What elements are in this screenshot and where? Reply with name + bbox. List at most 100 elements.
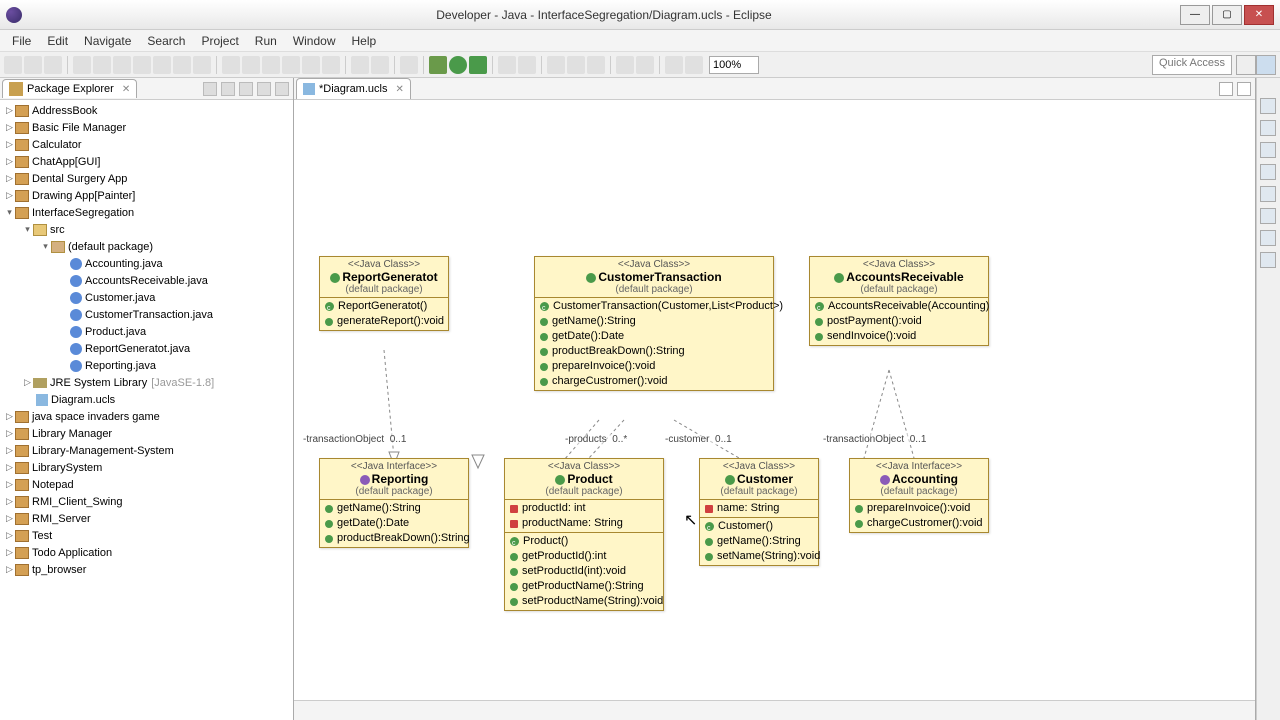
tree-item[interactable]: ▷ChatApp[GUI] bbox=[0, 153, 293, 170]
tree-item-expanded[interactable]: ▾InterfaceSegregation bbox=[0, 204, 293, 221]
uml-class-customertransaction[interactable]: <<Java Class>>CustomerTransaction(defaul… bbox=[534, 256, 774, 391]
coverage-button[interactable] bbox=[469, 56, 487, 74]
open-perspective-button[interactable] bbox=[1236, 55, 1256, 75]
tree-item[interactable]: Product.java bbox=[0, 323, 293, 340]
saveall-button[interactable] bbox=[44, 56, 62, 74]
tool-button[interactable] bbox=[587, 56, 605, 74]
tool-button[interactable] bbox=[193, 56, 211, 74]
tool-button[interactable] bbox=[498, 56, 516, 74]
uml-class-customer[interactable]: <<Java Class>>Customer(default package) … bbox=[699, 458, 819, 566]
view-button[interactable] bbox=[1260, 142, 1276, 158]
minimize-editor-button[interactable] bbox=[1219, 82, 1233, 96]
back-button[interactable] bbox=[665, 56, 683, 74]
tree-item[interactable]: Customer.java bbox=[0, 289, 293, 306]
tool-button[interactable] bbox=[371, 56, 389, 74]
uml-class-reportgeneratot[interactable]: <<Java Class>>ReportGeneratot(default pa… bbox=[319, 256, 449, 331]
tool-button[interactable] bbox=[351, 56, 369, 74]
menu-search[interactable]: Search bbox=[139, 32, 193, 50]
maximize-editor-button[interactable] bbox=[1237, 82, 1251, 96]
close-button[interactable]: ✕ bbox=[1244, 5, 1274, 25]
view-button[interactable] bbox=[1260, 164, 1276, 180]
menu-help[interactable]: Help bbox=[344, 32, 385, 50]
minimize-button[interactable]: — bbox=[1180, 5, 1210, 25]
maximize-button[interactable]: ▢ bbox=[1212, 5, 1242, 25]
tree-item[interactable]: ▷Dental Surgery App bbox=[0, 170, 293, 187]
forward-button[interactable] bbox=[685, 56, 703, 74]
project-tree[interactable]: ▷AddressBook ▷Basic File Manager ▷Calcul… bbox=[0, 100, 293, 720]
tree-item[interactable]: ▷Basic File Manager bbox=[0, 119, 293, 136]
menu-navigate[interactable]: Navigate bbox=[76, 32, 139, 50]
tree-item[interactable]: ▷tp_browser bbox=[0, 561, 293, 578]
tool-button[interactable] bbox=[262, 56, 280, 74]
editor-tab-diagram[interactable]: *Diagram.ucls ✕ bbox=[296, 78, 411, 99]
tree-item[interactable]: ▷Library-Management-System bbox=[0, 442, 293, 459]
tree-item[interactable]: ▷LibrarySystem bbox=[0, 459, 293, 476]
tool-button[interactable] bbox=[173, 56, 191, 74]
tool-button[interactable] bbox=[113, 56, 131, 74]
uml-interface-reporting[interactable]: <<Java Interface>>Reporting(default pack… bbox=[319, 458, 469, 548]
tool-button[interactable] bbox=[73, 56, 91, 74]
tool-button[interactable] bbox=[93, 56, 111, 74]
menu-window[interactable]: Window bbox=[285, 32, 344, 50]
tree-item[interactable]: ▷RMI_Server bbox=[0, 510, 293, 527]
menu-run[interactable]: Run bbox=[247, 32, 285, 50]
tree-item[interactable]: ReportGeneratot.java bbox=[0, 340, 293, 357]
view-menu-button[interactable] bbox=[239, 82, 253, 96]
tool-button[interactable] bbox=[636, 56, 654, 74]
tool-button[interactable] bbox=[518, 56, 536, 74]
quick-access[interactable]: Quick Access bbox=[1152, 55, 1232, 75]
tree-item[interactable]: Accounting.java bbox=[0, 255, 293, 272]
tool-button[interactable] bbox=[567, 56, 585, 74]
tree-item[interactable]: Diagram.ucls bbox=[0, 391, 293, 408]
tree-item[interactable]: ▷Library Manager bbox=[0, 425, 293, 442]
tasks-view-button[interactable] bbox=[1260, 120, 1276, 136]
tool-button[interactable] bbox=[242, 56, 260, 74]
tree-item[interactable]: CustomerTransaction.java bbox=[0, 306, 293, 323]
tree-item[interactable]: ▷JRE System Library[JavaSE-1.8] bbox=[0, 374, 293, 391]
view-button[interactable] bbox=[1260, 252, 1276, 268]
new-button[interactable] bbox=[4, 56, 22, 74]
tree-item[interactable]: ▷Notepad bbox=[0, 476, 293, 493]
menu-file[interactable]: File bbox=[4, 32, 39, 50]
diagram-canvas[interactable]: <<Java Class>>ReportGeneratot(default pa… bbox=[294, 100, 1255, 700]
tree-item[interactable]: AccountsReceivable.java bbox=[0, 272, 293, 289]
maximize-view-button[interactable] bbox=[275, 82, 289, 96]
tree-item[interactable]: ▾src bbox=[0, 221, 293, 238]
minimize-view-button[interactable] bbox=[257, 82, 271, 96]
tool-button[interactable] bbox=[282, 56, 300, 74]
tree-item[interactable]: ▷Drawing App[Painter] bbox=[0, 187, 293, 204]
view-button[interactable] bbox=[1260, 186, 1276, 202]
tool-button[interactable] bbox=[153, 56, 171, 74]
menu-edit[interactable]: Edit bbox=[39, 32, 76, 50]
save-button[interactable] bbox=[24, 56, 42, 74]
collapse-all-button[interactable] bbox=[203, 82, 217, 96]
tool-button[interactable] bbox=[133, 56, 151, 74]
uml-class-accountsreceivable[interactable]: <<Java Class>>AccountsReceivable(default… bbox=[809, 256, 989, 346]
tool-button[interactable] bbox=[222, 56, 240, 74]
tool-button[interactable] bbox=[302, 56, 320, 74]
tree-item[interactable]: ▷Todo Application bbox=[0, 544, 293, 561]
close-view-icon[interactable]: ✕ bbox=[122, 84, 130, 95]
java-perspective-button[interactable] bbox=[1256, 55, 1276, 75]
tree-item[interactable]: ▾(default package) bbox=[0, 238, 293, 255]
menu-project[interactable]: Project bbox=[193, 32, 246, 50]
view-button[interactable] bbox=[1260, 208, 1276, 224]
tree-item[interactable]: ▷AddressBook bbox=[0, 102, 293, 119]
tool-button[interactable] bbox=[616, 56, 634, 74]
package-explorer-tab[interactable]: Package Explorer ✕ bbox=[2, 79, 137, 98]
tool-button[interactable] bbox=[547, 56, 565, 74]
debug-button[interactable] bbox=[429, 56, 447, 74]
tree-item[interactable]: ▷Test bbox=[0, 527, 293, 544]
tool-button[interactable] bbox=[400, 56, 418, 74]
uml-class-product[interactable]: <<Java Class>>Product(default package) p… bbox=[504, 458, 664, 611]
tree-item[interactable]: ▷RMI_Client_Swing bbox=[0, 493, 293, 510]
link-editor-button[interactable] bbox=[221, 82, 235, 96]
tool-button[interactable] bbox=[322, 56, 340, 74]
view-button[interactable] bbox=[1260, 230, 1276, 246]
tree-item[interactable]: ▷java space invaders game bbox=[0, 408, 293, 425]
tree-item[interactable]: Reporting.java bbox=[0, 357, 293, 374]
outline-view-button[interactable] bbox=[1260, 98, 1276, 114]
close-editor-icon[interactable]: ✕ bbox=[395, 84, 403, 95]
uml-interface-accounting[interactable]: <<Java Interface>>Accounting(default pac… bbox=[849, 458, 989, 533]
zoom-input[interactable] bbox=[709, 56, 759, 74]
